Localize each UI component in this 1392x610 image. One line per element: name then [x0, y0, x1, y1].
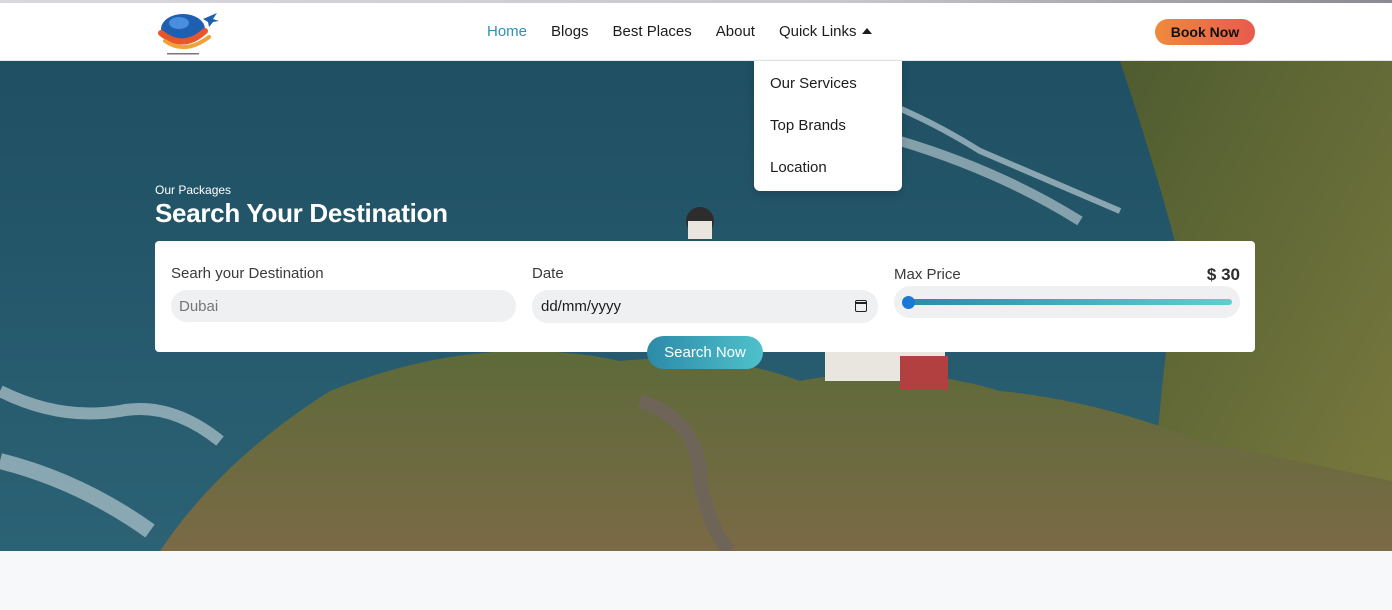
nav-quick-links-label: Quick Links	[778, 23, 857, 40]
nav-about[interactable]: About	[716, 23, 755, 40]
nav-blogs[interactable]: Blogs	[551, 23, 589, 40]
hero-title: Search Your Destination	[155, 198, 448, 228]
dropdown-item-location[interactable]: Location	[754, 159, 902, 201]
dropdown-item-top-brands[interactable]: Top Brands	[754, 117, 902, 159]
dropdown-item-our-services[interactable]: Our Services	[754, 75, 902, 117]
hero-eyebrow: Our Packages	[155, 183, 232, 197]
page-bottom-section	[0, 551, 1392, 610]
date-input[interactable]: dd/mm/yyyy	[532, 290, 878, 323]
date-placeholder: dd/mm/yyyy	[541, 298, 622, 315]
destination-input[interactable]	[171, 290, 516, 322]
search-now-button[interactable]: Search Now	[647, 336, 763, 369]
date-label: Date	[532, 265, 564, 282]
caret-up-icon	[861, 28, 872, 34]
nav-best-places[interactable]: Best Places	[613, 23, 692, 40]
nav-home[interactable]: Home	[487, 23, 527, 40]
calendar-icon[interactable]	[855, 300, 867, 312]
max-price-value: $ 30	[1206, 265, 1240, 284]
nav-quick-links[interactable]: Quick Links	[779, 23, 872, 40]
max-price-slider[interactable]	[894, 286, 1240, 318]
navbar: Home Blogs Best Places About Quick Links…	[0, 3, 1392, 61]
destination-label: Searh your Destination	[171, 265, 324, 282]
slider-track[interactable]	[906, 299, 1232, 305]
globe-plane-logo[interactable]	[155, 7, 221, 57]
slider-thumb[interactable]	[902, 296, 915, 309]
main-nav: Home Blogs Best Places About Quick Links	[487, 23, 896, 40]
book-now-button[interactable]: Book Now	[1155, 19, 1255, 45]
quick-links-dropdown: Our Services Top Brands Location	[754, 61, 902, 191]
max-price-label: Max Price	[894, 266, 961, 283]
